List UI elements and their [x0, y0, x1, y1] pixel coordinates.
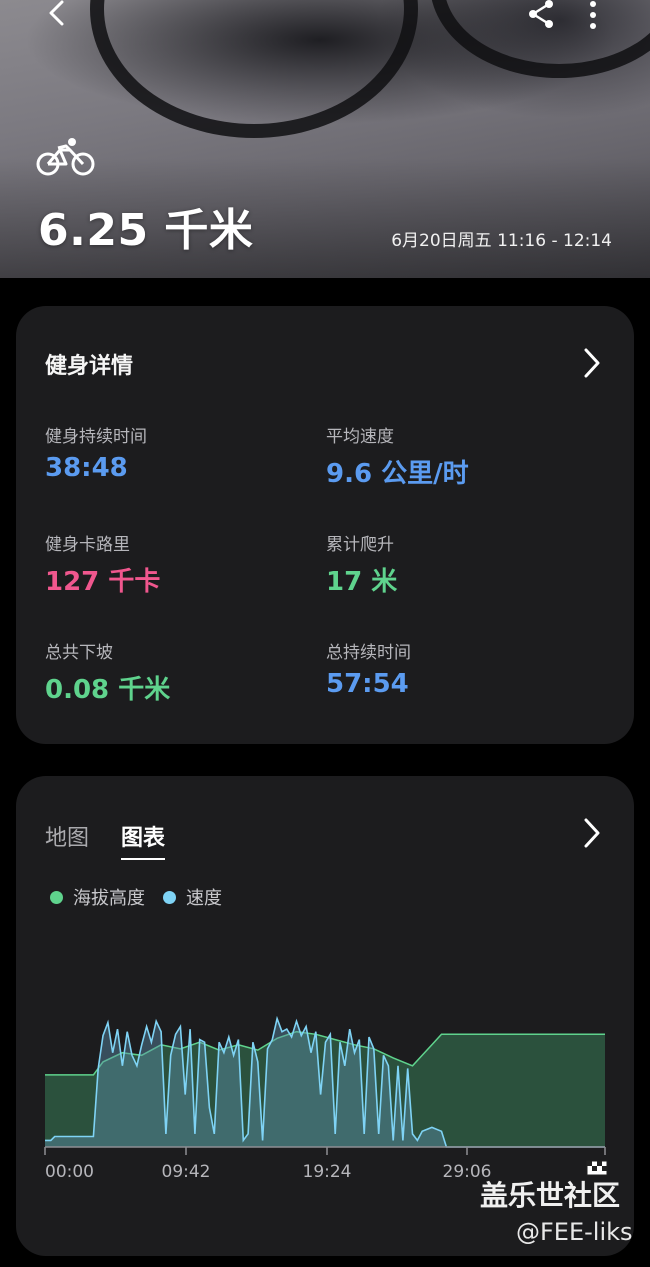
stat-total-descent: 总共下坡 0.08 千米: [45, 638, 170, 706]
stat-workout-duration: 健身持续时间 38:48: [45, 422, 147, 483]
workout-distance: 6.25 千米: [38, 205, 254, 256]
stat-value: 17 米: [326, 567, 398, 597]
stat-label: 总共下坡: [45, 643, 113, 663]
stat-total-duration: 总持续时间 57:54: [326, 638, 411, 699]
watermark-user: @FEE-liks: [516, 1218, 633, 1246]
stat-label: 健身卡路里: [45, 535, 130, 555]
stat-label: 累计爬升: [326, 535, 394, 555]
watermark-title: 盖乐世社区: [480, 1179, 621, 1212]
x-tick-label: 09:42: [162, 1162, 211, 1182]
share-icon[interactable]: [524, 0, 558, 30]
details-title: 健身详情: [45, 354, 134, 379]
more-icon[interactable]: [582, 0, 604, 30]
stat-label: 健身持续时间: [45, 427, 147, 447]
community-watermark: 盖乐世社区 @FEE-liks: [478, 1160, 650, 1258]
stat-value: 38:48: [45, 453, 128, 483]
stat-value: 127 千卡: [45, 567, 161, 597]
stat-label: 平均速度: [326, 427, 394, 447]
bicycle-shadow: [90, 0, 418, 138]
workout-details-card[interactable]: 健身详情 健身持续时间 38:48 平均速度 9.6 公里/时 健身卡路里 12…: [16, 306, 634, 744]
x-tick-label: 19:24: [303, 1162, 352, 1182]
stat-value: 9.6 公里/时: [326, 459, 469, 489]
chevron-right-icon[interactable]: [580, 346, 604, 380]
back-icon[interactable]: [38, 0, 74, 28]
stat-calories: 健身卡路里 127 千卡: [45, 530, 160, 598]
stat-label: 总持续时间: [326, 643, 411, 663]
bicycle-icon: [36, 136, 96, 178]
stat-elevation-gain: 累计爬升 17 米: [326, 530, 397, 598]
stat-value: 57:54: [326, 669, 409, 699]
workout-time-range: 6月20日周五 11:16 - 12:14: [391, 231, 612, 251]
x-tick-label: 00:00: [45, 1162, 94, 1182]
stat-average-speed: 平均速度 9.6 公里/时: [326, 422, 469, 490]
workout-header-photo: 6.25 千米 6月20日周五 11:16 - 12:14: [0, 0, 650, 278]
stat-value: 0.08 千米: [45, 675, 171, 705]
